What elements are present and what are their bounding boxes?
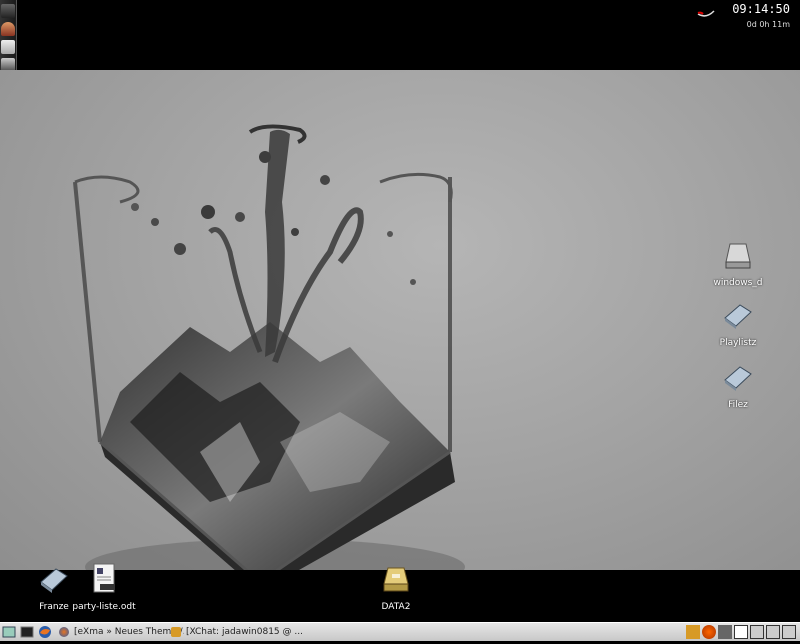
desktop-icon-label: Filez bbox=[728, 400, 748, 410]
uptime: 0d 0h 11m bbox=[746, 20, 790, 29]
quicklaunch-firefox[interactable] bbox=[38, 625, 52, 639]
firefox-icon bbox=[59, 627, 69, 637]
start-menu-button[interactable] bbox=[2, 625, 16, 639]
desktop-wallpaper: windows_d Playlistz Filez bbox=[0, 70, 800, 570]
folder-icon bbox=[724, 304, 752, 329]
terminal-icon bbox=[20, 626, 34, 638]
bottom-desktop-strip: Franze party-liste.odt DATA2 bbox=[0, 563, 800, 622]
tray-ubuntu-icon[interactable] bbox=[702, 625, 716, 639]
desktop-icon-party-liste[interactable]: party-liste.odt bbox=[64, 560, 144, 612]
launcher-item-gnome-icon[interactable] bbox=[1, 4, 15, 18]
top-panel: 09:14:50 0d 0h 11m bbox=[0, 0, 800, 70]
tray-xchat-icon[interactable] bbox=[686, 625, 700, 639]
desktop-icon-label: Playlistz bbox=[719, 338, 757, 348]
tray-swoosh-icon[interactable] bbox=[697, 8, 715, 18]
desktop-pager-4[interactable] bbox=[782, 625, 796, 639]
desktop-pager-1[interactable] bbox=[734, 625, 748, 639]
drive-icon bbox=[725, 243, 751, 269]
clock-time: 09:14:50 bbox=[732, 2, 790, 16]
launcher-item-home-icon[interactable] bbox=[1, 40, 15, 54]
folder-icon bbox=[724, 366, 752, 391]
desktop-icon-playlistz[interactable]: Playlistz bbox=[698, 300, 778, 348]
clock: 09:14:50 0d 0h 11m bbox=[732, 0, 790, 31]
desktop-pager-2[interactable] bbox=[750, 625, 764, 639]
taskbar-task-xchat[interactable]: [XChat: jadawin0815 @ ... bbox=[168, 624, 316, 640]
task-label: [XChat: jadawin0815 @ ... bbox=[186, 627, 303, 637]
drive-icon bbox=[383, 567, 409, 592]
quicklaunch-terminal[interactable] bbox=[20, 625, 34, 639]
water-cube-wallpaper-art bbox=[73, 124, 465, 570]
desktop-icon-windows-d[interactable]: windows_d bbox=[698, 240, 778, 288]
xchat-icon bbox=[171, 627, 181, 637]
desktop-icon-data2[interactable]: DATA2 bbox=[356, 564, 436, 612]
desktop-icon-filez[interactable]: Filez bbox=[698, 362, 778, 410]
taskbar-task-exma[interactable]: [eXma » Neues Thema /... bbox=[56, 624, 184, 640]
tray-network-icon[interactable] bbox=[718, 625, 732, 639]
taskbar: [eXma » Neues Thema /... [XChat: jadawin… bbox=[0, 622, 800, 641]
desktop-icon-label: windows_d bbox=[713, 278, 763, 288]
launcher-item-shield-icon[interactable] bbox=[1, 22, 15, 36]
desktop-icon-label: party-liste.odt bbox=[72, 602, 136, 612]
document-icon bbox=[93, 563, 115, 593]
start-menu-icon bbox=[2, 626, 16, 638]
desktop-icon-label: DATA2 bbox=[381, 602, 411, 612]
firefox-icon bbox=[39, 626, 51, 638]
desktop-pager-3[interactable] bbox=[766, 625, 780, 639]
